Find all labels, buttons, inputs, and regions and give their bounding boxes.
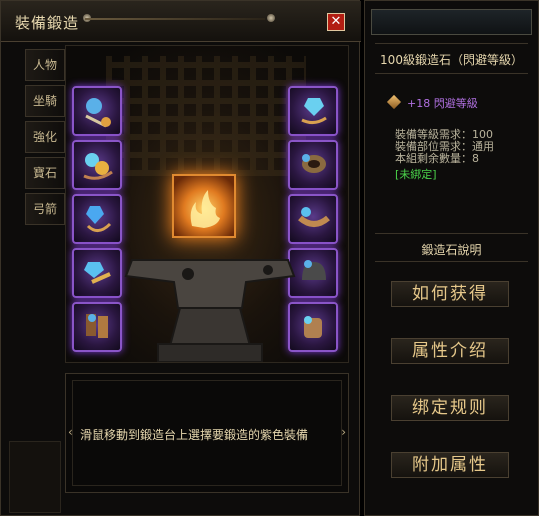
divider [375,43,528,44]
hint-box: ‹ 滑鼠移動到鍛造台上選擇要鍛造的紫色裝備 › [65,373,349,493]
title-bar: 裝備鍛造 ✕ [1,1,361,42]
boots-icon [86,314,108,338]
bind-rules-button[interactable]: 绑定规则 [391,395,509,421]
gem-bracelet-icon [84,262,111,284]
equipment-slot-left-5[interactable] [72,302,122,352]
panel-header-bar [371,9,532,35]
tab-enhance[interactable]: 強化 [25,121,65,153]
equipment-slot-left-4[interactable] [72,248,122,298]
chevron-left-icon: ‹ [68,425,73,439]
equipment-slot-right-1[interactable] [288,86,338,136]
tab-mount[interactable]: 坐騎 [25,85,65,117]
forge-stone-description-title: 鍛造石說明 [421,243,482,257]
bracer-icon [302,154,326,173]
title-ornament-icon [267,14,275,22]
how-to-obtain-button[interactable]: 如何获得 [391,281,509,307]
flame-icon [190,190,220,228]
forge-fire-slot[interactable] [172,174,236,238]
equipment-slot-left-1[interactable] [72,86,122,136]
attribute-intro-button[interactable]: 属性介绍 [391,338,509,364]
amulet-icon [85,98,111,128]
divider [375,261,528,262]
gem-ring-icon [83,153,113,180]
close-icon: ✕ [330,14,342,29]
belt-icon [298,207,330,227]
anvil-image [124,259,296,362]
item-info-panel: 100級鍛造石（閃避等級） +18 閃避等級 裝備等級需求：100 裝備部位需求… [364,0,539,516]
title-divider [85,18,265,20]
side-decoration [9,441,61,513]
equipment-slot-left-2[interactable] [72,140,122,190]
close-button[interactable]: ✕ [327,13,345,31]
forge-window: 裝備鍛造 ✕ 人物 坐騎 強化 寶石 弓箭 ‹ 滑鼠移動到鍛造台上選擇要鍛造的紫… [0,0,361,516]
tab-bow[interactable]: 弓箭 [25,193,65,225]
remaining-quantity: 本組剩余數量：8 [395,152,479,165]
side-tabs: 人物 坐騎 強化 寶石 弓箭 [25,49,65,229]
extra-attributes-button[interactable]: 附加属性 [391,452,509,478]
equipment-slot-left-3[interactable] [72,194,122,244]
chevron-right-icon: › [341,425,346,439]
divider [375,233,528,234]
forge-area [65,45,349,363]
forge-background-pattern [106,56,306,176]
tab-character[interactable]: 人物 [25,49,65,81]
gem-pendant-icon [301,98,327,125]
tab-gem[interactable]: 寶石 [25,157,65,189]
forge-stone-icon [386,94,402,110]
item-name: 100級鍛造石（閃避等級） [380,53,523,67]
divider [375,73,528,74]
bind-status: [未綁定] [395,168,437,181]
item-attribute: +18 閃避等級 [407,97,478,110]
forge-hint-text: 滑鼠移動到鍛造台上選擇要鍛造的紫色裝備 [80,428,309,442]
equipment-slot-right-2[interactable] [288,140,338,190]
window-title: 裝備鍛造 [15,14,80,32]
gem-necklace-icon [86,206,112,232]
